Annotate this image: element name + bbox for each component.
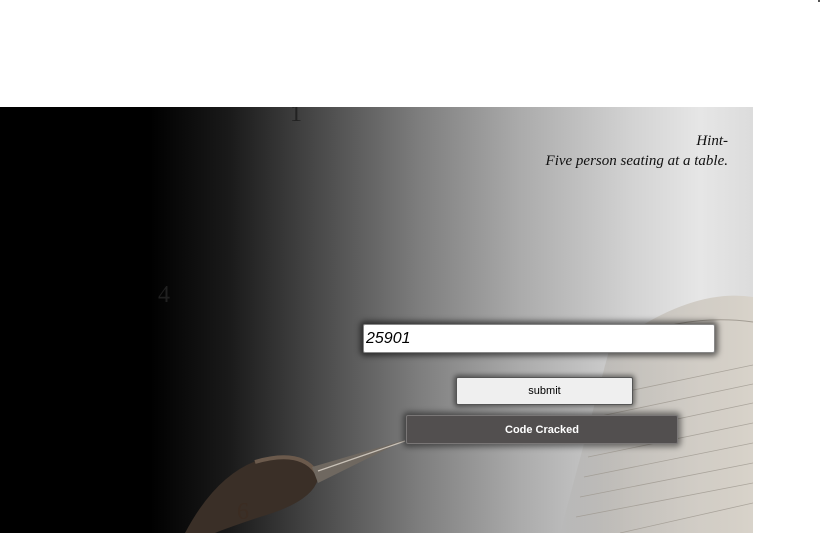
clue-number-6: 6 [237, 499, 249, 525]
hint-title: Hint- [696, 133, 728, 149]
submit-button[interactable]: submit [456, 377, 633, 405]
status-message: Code Cracked [406, 415, 678, 444]
hint-body: Five person seating at a table. [545, 153, 728, 169]
hint-text: Hint- Five person seating at a table. [546, 131, 728, 171]
puzzle-stage: 1 4 6 Hint- Five person seating at a tab… [0, 107, 753, 533]
corner-dot [818, 0, 820, 2]
clue-number-1: 1 [290, 107, 302, 127]
clue-number-4: 4 [158, 282, 170, 308]
code-input[interactable] [363, 324, 715, 353]
